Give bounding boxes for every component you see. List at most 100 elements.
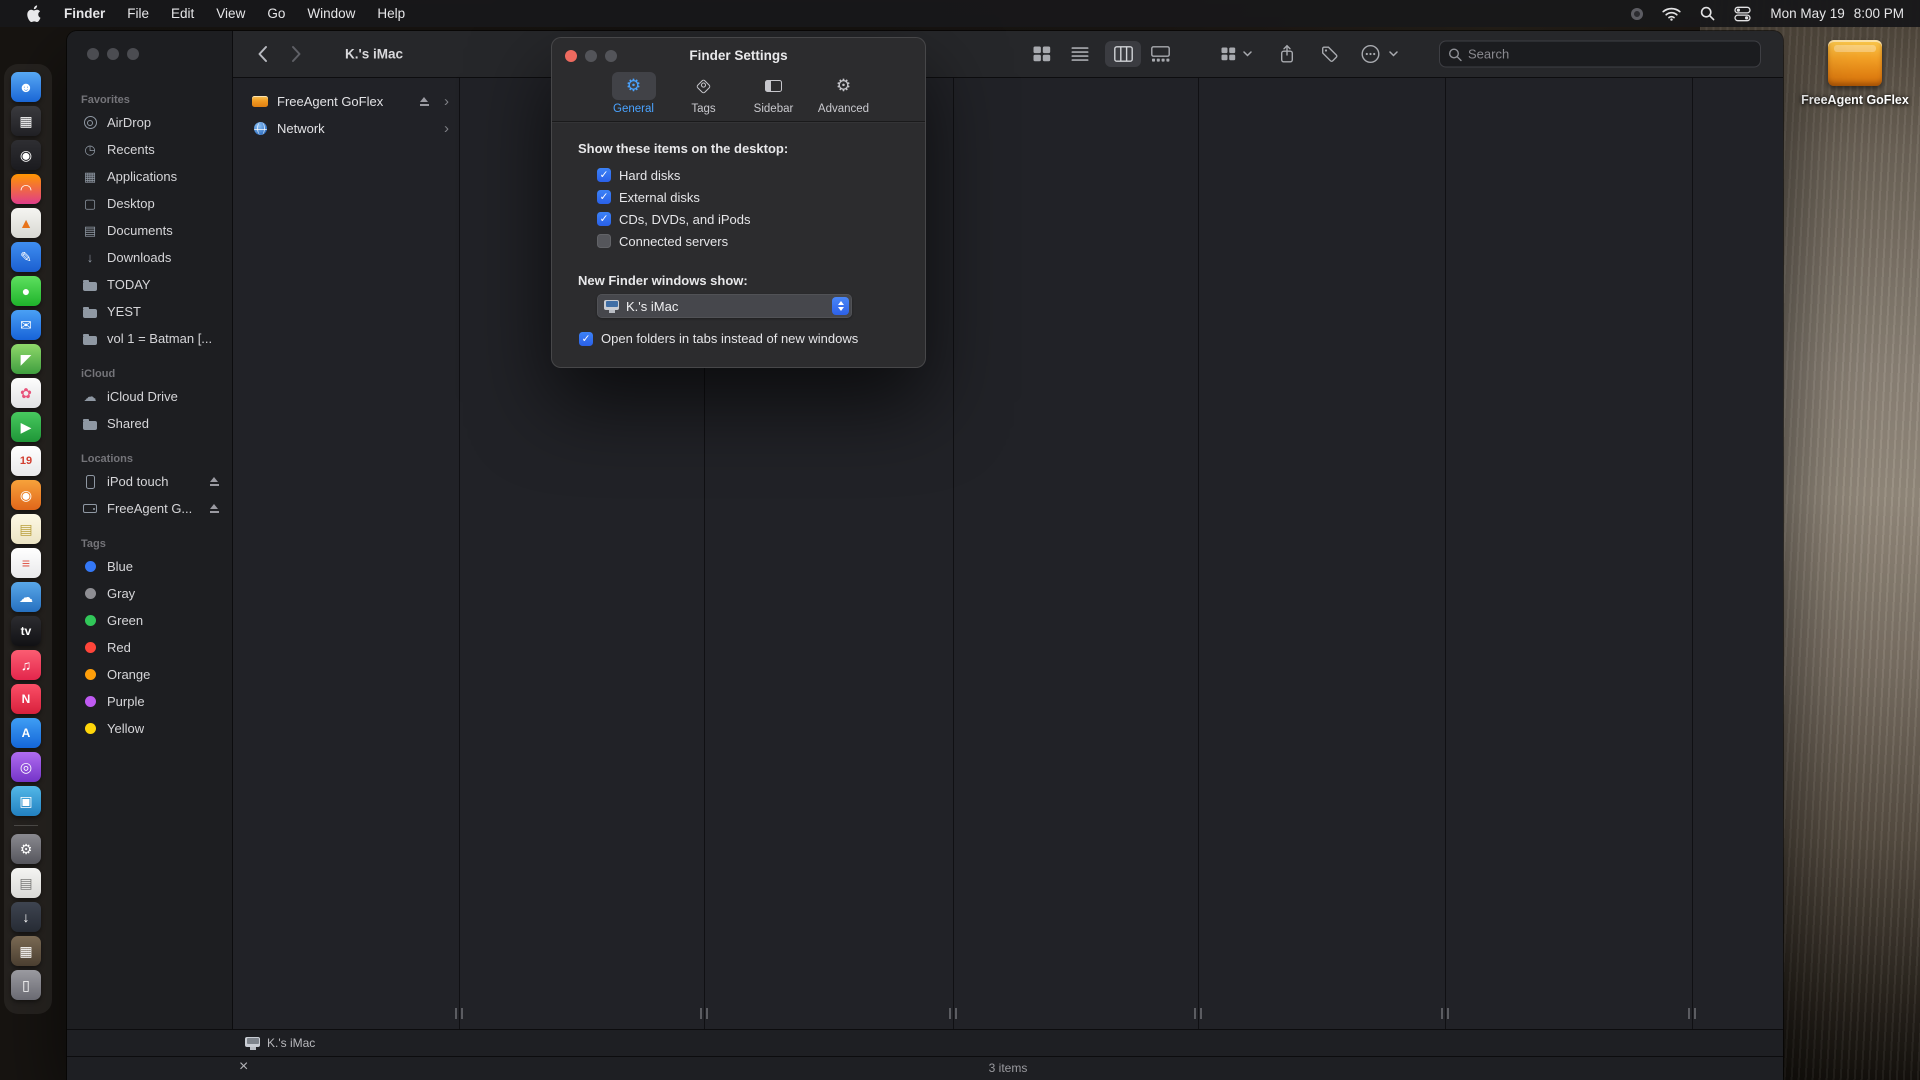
dock-icon-quicktime[interactable]: ▶ bbox=[11, 412, 41, 442]
column-item-freeagent-goflex[interactable]: FreeAgent GoFlex› bbox=[233, 88, 459, 115]
sidebar-item-today[interactable]: TODAY bbox=[67, 271, 232, 298]
search-input[interactable] bbox=[1468, 47, 1752, 62]
gallery-view-button[interactable] bbox=[1151, 46, 1170, 62]
dock-icon-messages[interactable]: ● bbox=[11, 276, 41, 306]
sidebar-item-recents[interactable]: ◷Recents bbox=[67, 136, 232, 163]
sidebar-item-desktop[interactable]: ▢Desktop bbox=[67, 190, 232, 217]
dock-icon-textedit[interactable]: ▤ bbox=[11, 868, 41, 898]
checkbox-cds-dvds-and-ipods[interactable]: ✓ bbox=[597, 212, 611, 226]
dock-icon-music[interactable]: ♫ bbox=[11, 650, 41, 680]
desktop-icon-freeagent-goflex[interactable]: FreeAgent GoFlex bbox=[1795, 40, 1915, 107]
sidebar-item-applications[interactable]: ▦Applications bbox=[67, 163, 232, 190]
open-in-tabs-checkbox[interactable]: ✓ bbox=[579, 332, 593, 346]
dock-icon-podcasts[interactable]: ◎ bbox=[11, 752, 41, 782]
column-divider[interactable] bbox=[953, 78, 954, 1029]
checkbox-row-hard-disks[interactable]: ✓Hard disks bbox=[597, 164, 751, 186]
checkbox-hard-disks[interactable]: ✓ bbox=[597, 168, 611, 182]
spotlight-search-icon[interactable] bbox=[1700, 6, 1715, 21]
checkbox-row-connected-servers[interactable]: Connected servers bbox=[597, 230, 751, 252]
group-by-chevron-icon[interactable] bbox=[1243, 51, 1252, 57]
menu-finder[interactable]: Finder bbox=[53, 6, 116, 21]
column-divider[interactable] bbox=[1692, 78, 1693, 1029]
dock-icon-reminders[interactable]: ≡ bbox=[11, 548, 41, 578]
column-divider[interactable] bbox=[1445, 78, 1446, 1029]
sidebar-item-shared[interactable]: Shared bbox=[67, 410, 232, 437]
column-divider[interactable] bbox=[459, 78, 460, 1029]
dock-icon-siri[interactable]: ◉ bbox=[11, 480, 41, 510]
tab-general[interactable]: ⚙General bbox=[605, 72, 663, 115]
sidebar-item-airdrop[interactable]: AirDrop bbox=[67, 109, 232, 136]
dock-icon-trash[interactable]: ▯ bbox=[11, 970, 41, 1000]
control-center-icon[interactable] bbox=[1734, 6, 1751, 22]
eject-icon[interactable] bbox=[209, 504, 220, 514]
checkbox-connected-servers[interactable] bbox=[597, 234, 611, 248]
eject-icon[interactable] bbox=[419, 97, 430, 107]
screen-record-icon[interactable] bbox=[1631, 8, 1643, 20]
back-button[interactable] bbox=[257, 45, 268, 63]
menu-view[interactable]: View bbox=[205, 6, 256, 21]
sidebar-item-documents[interactable]: ▤Documents bbox=[67, 217, 232, 244]
tab-sidebar[interactable]: Sidebar bbox=[745, 72, 803, 115]
column-resize-handle[interactable] bbox=[1688, 1008, 1696, 1019]
dock-icon-news[interactable]: N bbox=[11, 684, 41, 714]
sidebar-item-downloads[interactable]: ↓Downloads bbox=[67, 244, 232, 271]
column-resize-handle[interactable] bbox=[1441, 1008, 1449, 1019]
sidebar-item-green[interactable]: Green bbox=[67, 607, 232, 634]
dock-icon-notes[interactable]: ▤ bbox=[11, 514, 41, 544]
open-in-tabs-row[interactable]: ✓ Open folders in tabs instead of new wi… bbox=[579, 331, 858, 346]
dock-icon-app-store[interactable]: A bbox=[11, 718, 41, 748]
dock-icon-maps[interactable]: ◤ bbox=[11, 344, 41, 374]
menu-go[interactable]: Go bbox=[256, 6, 296, 21]
eject-icon[interactable] bbox=[209, 477, 220, 487]
close-button[interactable] bbox=[87, 48, 99, 60]
zoom-button[interactable] bbox=[127, 48, 139, 60]
group-by-button[interactable] bbox=[1221, 47, 1236, 61]
sidebar-item-freeagent-g[interactable]: FreeAgent G... bbox=[67, 495, 232, 522]
tab-advanced[interactable]: ⚙Advanced bbox=[815, 72, 873, 115]
more-options-chevron-icon[interactable] bbox=[1389, 51, 1398, 57]
dock-icon-system-settings[interactable]: ⚙ bbox=[11, 834, 41, 864]
checkbox-row-external-disks[interactable]: ✓External disks bbox=[597, 186, 751, 208]
path-bar-item[interactable]: K.'s iMac bbox=[267, 1036, 315, 1050]
dock-icon-image-file[interactable]: ▦ bbox=[11, 936, 41, 966]
dock-icon-apple-tv[interactable]: tv bbox=[11, 616, 41, 646]
list-view-button[interactable] bbox=[1071, 46, 1089, 62]
column-view-button[interactable] bbox=[1105, 41, 1141, 67]
icon-view-button[interactable] bbox=[1033, 46, 1051, 62]
dock-icon-weather[interactable]: ☁ bbox=[11, 582, 41, 612]
column-resize-handle[interactable] bbox=[1194, 1008, 1202, 1019]
column-resize-handle[interactable] bbox=[700, 1008, 708, 1019]
sidebar-item-gray[interactable]: Gray bbox=[67, 580, 232, 607]
sidebar-item-red[interactable]: Red bbox=[67, 634, 232, 661]
dock-icon-photos[interactable]: ✿ bbox=[11, 378, 41, 408]
sidebar-item-vol-1-batman[interactable]: vol 1 = Batman [... bbox=[67, 325, 232, 352]
wifi-icon[interactable] bbox=[1662, 7, 1681, 21]
sidebar-item-orange[interactable]: Orange bbox=[67, 661, 232, 688]
apple-logo-icon[interactable] bbox=[14, 5, 53, 23]
sidebar-item-ipod-touch[interactable]: iPod touch bbox=[67, 468, 232, 495]
minimize-button[interactable] bbox=[107, 48, 119, 60]
tab-tags[interactable]: Tags bbox=[675, 72, 733, 115]
toolbar-search[interactable] bbox=[1439, 41, 1761, 68]
sidebar-item-blue[interactable]: Blue bbox=[67, 553, 232, 580]
share-button[interactable] bbox=[1279, 45, 1295, 64]
dock-icon-photo-booth[interactable]: ◉ bbox=[11, 140, 41, 170]
dock-icon-mail[interactable]: ✉ bbox=[11, 310, 41, 340]
dock-icon-firefox[interactable]: ◠ bbox=[11, 174, 41, 204]
dock-icon-vlc[interactable]: ▲ bbox=[11, 208, 41, 238]
dock-icon-edit-pencil[interactable]: ✎ bbox=[11, 242, 41, 272]
checkbox-external-disks[interactable]: ✓ bbox=[597, 190, 611, 204]
dock-icon-downloads-folder[interactable]: ↓ bbox=[11, 902, 41, 932]
checkbox-row-cds-dvds-and-ipods[interactable]: ✓CDs, DVDs, and iPods bbox=[597, 208, 751, 230]
new-windows-popup[interactable]: K.'s iMac bbox=[597, 294, 852, 318]
sidebar-item-yellow[interactable]: Yellow bbox=[67, 715, 232, 742]
dock-icon-calendar[interactable]: 19 bbox=[11, 446, 41, 476]
tags-button[interactable] bbox=[1321, 46, 1338, 63]
sidebar-item-icloud-drive[interactable]: ☁iCloud Drive bbox=[67, 383, 232, 410]
column-resize-handle[interactable] bbox=[949, 1008, 957, 1019]
sidebar-item-yest[interactable]: YEST bbox=[67, 298, 232, 325]
dock-icon-books[interactable]: ▣ bbox=[11, 786, 41, 816]
forward-button[interactable] bbox=[291, 45, 302, 63]
menu-bar-clock[interactable]: Mon May 19 8:00 PM bbox=[1770, 6, 1904, 21]
sidebar-item-purple[interactable]: Purple bbox=[67, 688, 232, 715]
